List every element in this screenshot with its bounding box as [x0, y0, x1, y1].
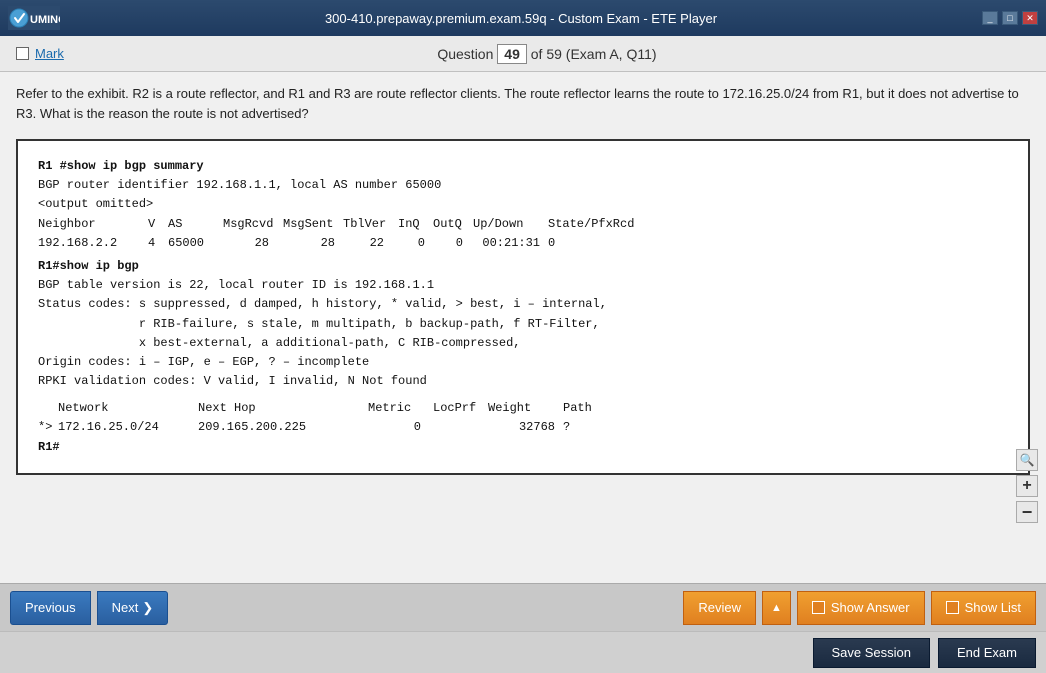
show-list-label: Show List: [965, 600, 1021, 615]
col-weight-h: Weight: [488, 399, 563, 418]
col-msgsent: MsgSent: [283, 215, 343, 234]
col-msgrcvd: MsgRcvd: [223, 215, 283, 234]
val-tblver: 22: [343, 234, 398, 253]
show-list-button[interactable]: Show List: [931, 591, 1036, 625]
show-answer-checkbox-icon: [812, 601, 825, 614]
col-tblver: TblVer: [343, 215, 398, 234]
val-path: ?: [563, 418, 570, 437]
next-button[interactable]: Next ❯: [97, 591, 169, 625]
zoom-in-button[interactable]: +: [1016, 475, 1038, 497]
col-locprf-h: LocPrf: [433, 399, 488, 418]
col-outq: OutQ: [433, 215, 473, 234]
col-metric-h: Metric: [368, 399, 433, 418]
val-star: *>: [38, 418, 58, 437]
col-inq: InQ: [398, 215, 433, 234]
val-neighbor: 192.168.2.2: [38, 234, 148, 253]
exhibit-box: R1 #show ip bgp summary BGP router ident…: [16, 139, 1030, 475]
bottom-bar: Previous Next ❯ Review ▲ Show Answer Sho…: [0, 583, 1046, 631]
question-label: Question: [437, 46, 493, 62]
exhibit-line-1: R1 #show ip bgp summary: [38, 157, 1008, 176]
logo: UMINGO: [8, 6, 60, 30]
val-v: 4: [148, 234, 168, 253]
exhibit-origin: Origin codes: i – IGP, e – EGP, ? – inco…: [38, 353, 1008, 372]
val-as: 65000: [168, 234, 223, 253]
search-button[interactable]: 🔍: [1016, 449, 1038, 471]
exhibit-header-row: Neighbor V AS MsgRcvd MsgSent TblVer InQ…: [38, 215, 1008, 234]
col-neighbor: Neighbor: [38, 215, 148, 234]
val-weight: 32768: [488, 418, 563, 437]
review-button[interactable]: Review: [683, 591, 756, 625]
svg-text:UMINGO: UMINGO: [30, 14, 60, 26]
maximize-button[interactable]: □: [1002, 11, 1018, 25]
content-area: Refer to the exhibit. R2 is a route refl…: [0, 72, 1046, 583]
col-network-h: Network: [58, 399, 198, 418]
minimize-button[interactable]: _: [982, 11, 998, 25]
show-list-checkbox-icon: [946, 601, 959, 614]
question-info: Question 49 of 59 (Exam A, Q11): [64, 44, 1030, 64]
question-number: 49: [497, 44, 527, 64]
previous-button[interactable]: Previous: [10, 591, 91, 625]
show-answer-button[interactable]: Show Answer: [797, 591, 925, 625]
zoom-controls: 🔍 + −: [1016, 449, 1038, 523]
close-button[interactable]: ✕: [1022, 11, 1038, 25]
chevron-up-icon: ▲: [771, 602, 782, 614]
val-network: 172.16.25.0/24: [58, 418, 198, 437]
window-controls[interactable]: _ □ ✕: [982, 11, 1038, 25]
val-inq: 0: [398, 234, 433, 253]
exhibit-status-2: r RIB-failure, s stale, m multipath, b b…: [38, 315, 1008, 334]
val-state: 0: [548, 234, 559, 253]
col-nexthop-h: Next Hop: [198, 399, 368, 418]
mark-checkbox[interactable]: [16, 47, 29, 60]
exhibit-line-3: <output omitted>: [38, 195, 1008, 214]
exhibit-line-show-bgp: R1#show ip bgp: [38, 257, 1008, 276]
review-dropdown-button[interactable]: ▲: [762, 591, 791, 625]
val-updown: 00:21:31: [473, 234, 548, 253]
exhibit-bgp-ver: BGP table version is 22, local router ID…: [38, 276, 1008, 295]
save-session-button[interactable]: Save Session: [813, 638, 931, 668]
val-outq: 0: [433, 234, 473, 253]
exhibit-bgp-row: *> 172.16.25.0/24 209.165.200.225 0 3276…: [38, 418, 1008, 437]
question-of-text: of 59 (Exam A, Q11): [531, 46, 657, 62]
col-updown: Up/Down: [473, 215, 548, 234]
col-state: State/PfxRcd: [548, 215, 634, 234]
exhibit-r1-prompt: R1#: [38, 438, 1008, 457]
mark-area: Mark: [16, 46, 64, 61]
mark-label[interactable]: Mark: [35, 46, 64, 61]
next-chevron-icon: ❯: [142, 600, 153, 616]
exhibit-data-row: 192.168.2.2 4 65000 28 28 22 0 0 00:21:3…: [38, 234, 1008, 253]
toolbar: Mark Question 49 of 59 (Exam A, Q11): [0, 36, 1046, 72]
val-metric: 0: [368, 418, 433, 437]
title-bar: UMINGO 300-410.prepaway.premium.exam.59q…: [0, 0, 1046, 36]
app-title: 300-410.prepaway.premium.exam.59q - Cust…: [60, 11, 982, 26]
question-text: Refer to the exhibit. R2 is a route refl…: [16, 84, 1030, 123]
col-v: V: [148, 215, 168, 234]
exhibit-rpki: RPKI validation codes: V valid, I invali…: [38, 372, 1008, 391]
val-msgrcvd: 28: [223, 234, 283, 253]
zoom-out-button[interactable]: −: [1016, 501, 1038, 523]
exhibit-status-1: Status codes: s suppressed, d damped, h …: [38, 295, 1008, 314]
exhibit-line-2: BGP router identifier 192.168.1.1, local…: [38, 176, 1008, 195]
exhibit-bgp-header: Network Next Hop Metric LocPrf Weight Pa…: [38, 399, 1008, 418]
val-msgsent: 28: [283, 234, 343, 253]
next-label: Next: [112, 600, 139, 615]
val-nexthop: 209.165.200.225: [198, 418, 368, 437]
title-bar-left: UMINGO: [8, 6, 60, 30]
bottom-bar2: Save Session End Exam: [0, 631, 1046, 673]
val-locprf: [433, 418, 488, 437]
show-answer-label: Show Answer: [831, 600, 910, 615]
col-path-h: Path: [563, 399, 592, 418]
end-exam-button[interactable]: End Exam: [938, 638, 1036, 668]
col-star: [38, 399, 58, 418]
col-as: AS: [168, 215, 223, 234]
exhibit-status-3: x best-external, a additional-path, C RI…: [38, 334, 1008, 353]
